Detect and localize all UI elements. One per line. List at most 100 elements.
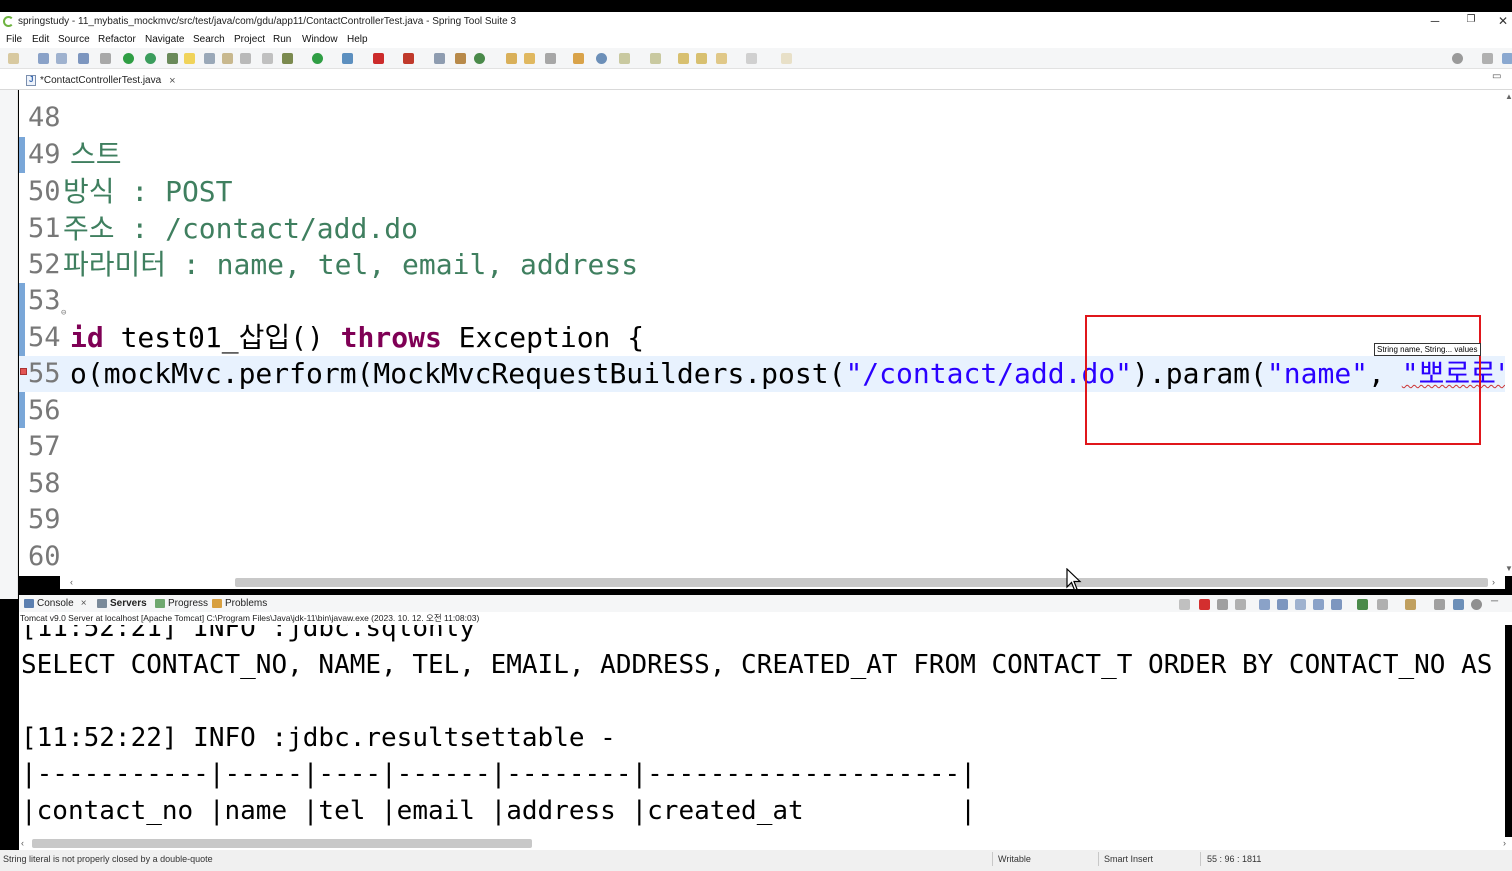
minimize-panel-icon[interactable]: ─ bbox=[1491, 596, 1498, 607]
line-number: 53 bbox=[28, 285, 61, 316]
pen-icon[interactable] bbox=[545, 53, 556, 64]
minimize-editor-icon[interactable]: ▭ bbox=[1492, 71, 1501, 82]
scroll-down-icon[interactable]: ▼ bbox=[1505, 564, 1512, 573]
menu-bar: File Edit Source Refactor Navigate Searc… bbox=[0, 32, 1512, 48]
back-history-icon[interactable] bbox=[696, 53, 707, 64]
editor-horizontal-scrollbar[interactable]: ‹ › bbox=[60, 576, 1505, 589]
scroll-right-icon[interactable]: › bbox=[1503, 838, 1506, 848]
open-file-icon[interactable] bbox=[524, 53, 535, 64]
run-server-icon[interactable] bbox=[123, 53, 134, 64]
pilcrow-icon[interactable] bbox=[262, 53, 273, 64]
menu-run[interactable]: Run bbox=[273, 34, 291, 45]
minimize-button[interactable]: ─ bbox=[1425, 14, 1445, 28]
tab-label: Console bbox=[37, 598, 74, 609]
java-perspective-icon[interactable] bbox=[1502, 53, 1512, 64]
progress-icon bbox=[155, 599, 165, 608]
tab-progress[interactable]: Progress bbox=[155, 598, 208, 609]
scroll-left-icon[interactable]: ‹ bbox=[21, 838, 24, 848]
mouse-pointer-icon bbox=[1066, 568, 1082, 591]
line-number: 52 bbox=[28, 249, 61, 280]
console-horizontal-scrollbar[interactable]: ‹ › bbox=[19, 837, 1512, 850]
problems-icon bbox=[212, 599, 222, 608]
terminate-icon[interactable] bbox=[1199, 599, 1210, 610]
menu-navigate[interactable]: Navigate bbox=[145, 34, 184, 45]
console-output[interactable]: [11:52:21] INFO :jdbc.sqlonly SELECT CON… bbox=[19, 625, 1505, 837]
new-java-project-icon[interactable] bbox=[434, 53, 445, 64]
line-number: 54 bbox=[28, 322, 61, 353]
print-icon[interactable] bbox=[78, 53, 89, 64]
tab-problems[interactable]: Problems bbox=[212, 598, 267, 609]
console-line: [11:52:21] INFO :jdbc.sqlonly bbox=[21, 625, 475, 643]
console-option-icon[interactable] bbox=[1453, 599, 1464, 610]
forward-icon[interactable] bbox=[746, 53, 757, 64]
new-package-icon[interactable] bbox=[455, 53, 466, 64]
save-icon[interactable] bbox=[38, 53, 49, 64]
menu-edit[interactable]: Edit bbox=[32, 34, 49, 45]
show-stderr-icon[interactable] bbox=[1331, 599, 1342, 610]
globe-icon[interactable] bbox=[596, 53, 607, 64]
scroll-thumb[interactable] bbox=[235, 578, 1488, 587]
display-console-icon[interactable] bbox=[1377, 599, 1388, 610]
editor-tab-contactcontrollertest[interactable]: *ContactControllerTest.java × bbox=[20, 71, 182, 90]
spring-boot-icon[interactable] bbox=[145, 53, 156, 64]
perspective-icon[interactable] bbox=[1482, 53, 1493, 64]
error-marker-icon[interactable] bbox=[20, 368, 27, 375]
code-line: 60 bbox=[19, 539, 1505, 575]
remove-all-icon[interactable] bbox=[1235, 599, 1246, 610]
menu-source[interactable]: Source bbox=[58, 34, 90, 45]
next-annotation-icon[interactable] bbox=[619, 53, 630, 64]
scroll-lock-icon[interactable] bbox=[1277, 599, 1288, 610]
editor-vertical-scrollbar[interactable]: ▲ ▼ bbox=[1505, 90, 1512, 576]
tab-console[interactable]: Console × bbox=[24, 598, 87, 609]
word-wrap-icon[interactable] bbox=[1295, 599, 1306, 610]
console-view-menu-icon[interactable] bbox=[1434, 599, 1445, 610]
menu-file[interactable]: File bbox=[6, 34, 22, 45]
show-stdout-icon[interactable] bbox=[1313, 599, 1324, 610]
block-icon[interactable] bbox=[222, 53, 233, 64]
highlight-icon[interactable] bbox=[184, 53, 195, 64]
stop-icon[interactable] bbox=[373, 53, 384, 64]
scroll-up-icon[interactable]: ▲ bbox=[1505, 92, 1512, 101]
toggle-icon[interactable] bbox=[100, 53, 111, 64]
scroll-right-icon[interactable]: › bbox=[1492, 577, 1495, 587]
run-icon[interactable] bbox=[312, 53, 323, 64]
line-number: 55 bbox=[28, 358, 61, 389]
scroll-left-icon[interactable]: ‹ bbox=[70, 577, 73, 587]
prev-annotation-icon[interactable] bbox=[650, 53, 661, 64]
settings-gear-icon[interactable] bbox=[1471, 599, 1482, 610]
debug-icon[interactable] bbox=[282, 53, 293, 64]
close-button[interactable]: ✕ bbox=[1493, 14, 1512, 28]
pin-console-icon[interactable] bbox=[1357, 599, 1368, 610]
external-tools-icon[interactable] bbox=[403, 53, 414, 64]
close-tab-icon[interactable]: × bbox=[81, 598, 87, 609]
menu-project[interactable]: Project bbox=[234, 34, 265, 45]
maximize-button[interactable]: ❐ bbox=[1461, 14, 1481, 25]
whitespace-icon[interactable] bbox=[240, 53, 251, 64]
remove-launch-icon[interactable] bbox=[1217, 599, 1228, 610]
menu-search[interactable]: Search bbox=[193, 34, 225, 45]
menu-window[interactable]: Window bbox=[302, 34, 338, 45]
code-line: 51 주소 : /contact/add.do bbox=[19, 211, 1505, 247]
new-class-icon[interactable] bbox=[474, 53, 485, 64]
parameter-hint-tooltip: String name, String... values bbox=[1374, 343, 1481, 356]
save-all-icon[interactable] bbox=[56, 53, 67, 64]
disconnect-icon[interactable] bbox=[1179, 599, 1190, 610]
edit-icon[interactable] bbox=[204, 53, 215, 64]
clear-console-icon[interactable] bbox=[1259, 599, 1270, 610]
task-icon[interactable] bbox=[573, 53, 584, 64]
search-icon[interactable] bbox=[1452, 53, 1463, 64]
open-console-icon[interactable] bbox=[1405, 599, 1416, 610]
editor-tab-bar: *ContactControllerTest.java × ▭ bbox=[0, 69, 1512, 90]
close-tab-icon[interactable]: × bbox=[169, 75, 175, 87]
open-type-icon[interactable] bbox=[167, 53, 178, 64]
back-icon[interactable] bbox=[716, 53, 727, 64]
coverage-icon[interactable] bbox=[342, 53, 353, 64]
last-edit-icon[interactable] bbox=[678, 53, 689, 64]
open-folder-icon[interactable] bbox=[506, 53, 517, 64]
scroll-thumb[interactable] bbox=[32, 839, 532, 848]
menu-refactor[interactable]: Refactor bbox=[98, 34, 136, 45]
menu-help[interactable]: Help bbox=[347, 34, 368, 45]
tab-servers[interactable]: Servers bbox=[97, 598, 147, 609]
new-icon[interactable] bbox=[8, 53, 19, 64]
pin-editor-icon[interactable] bbox=[781, 53, 792, 64]
